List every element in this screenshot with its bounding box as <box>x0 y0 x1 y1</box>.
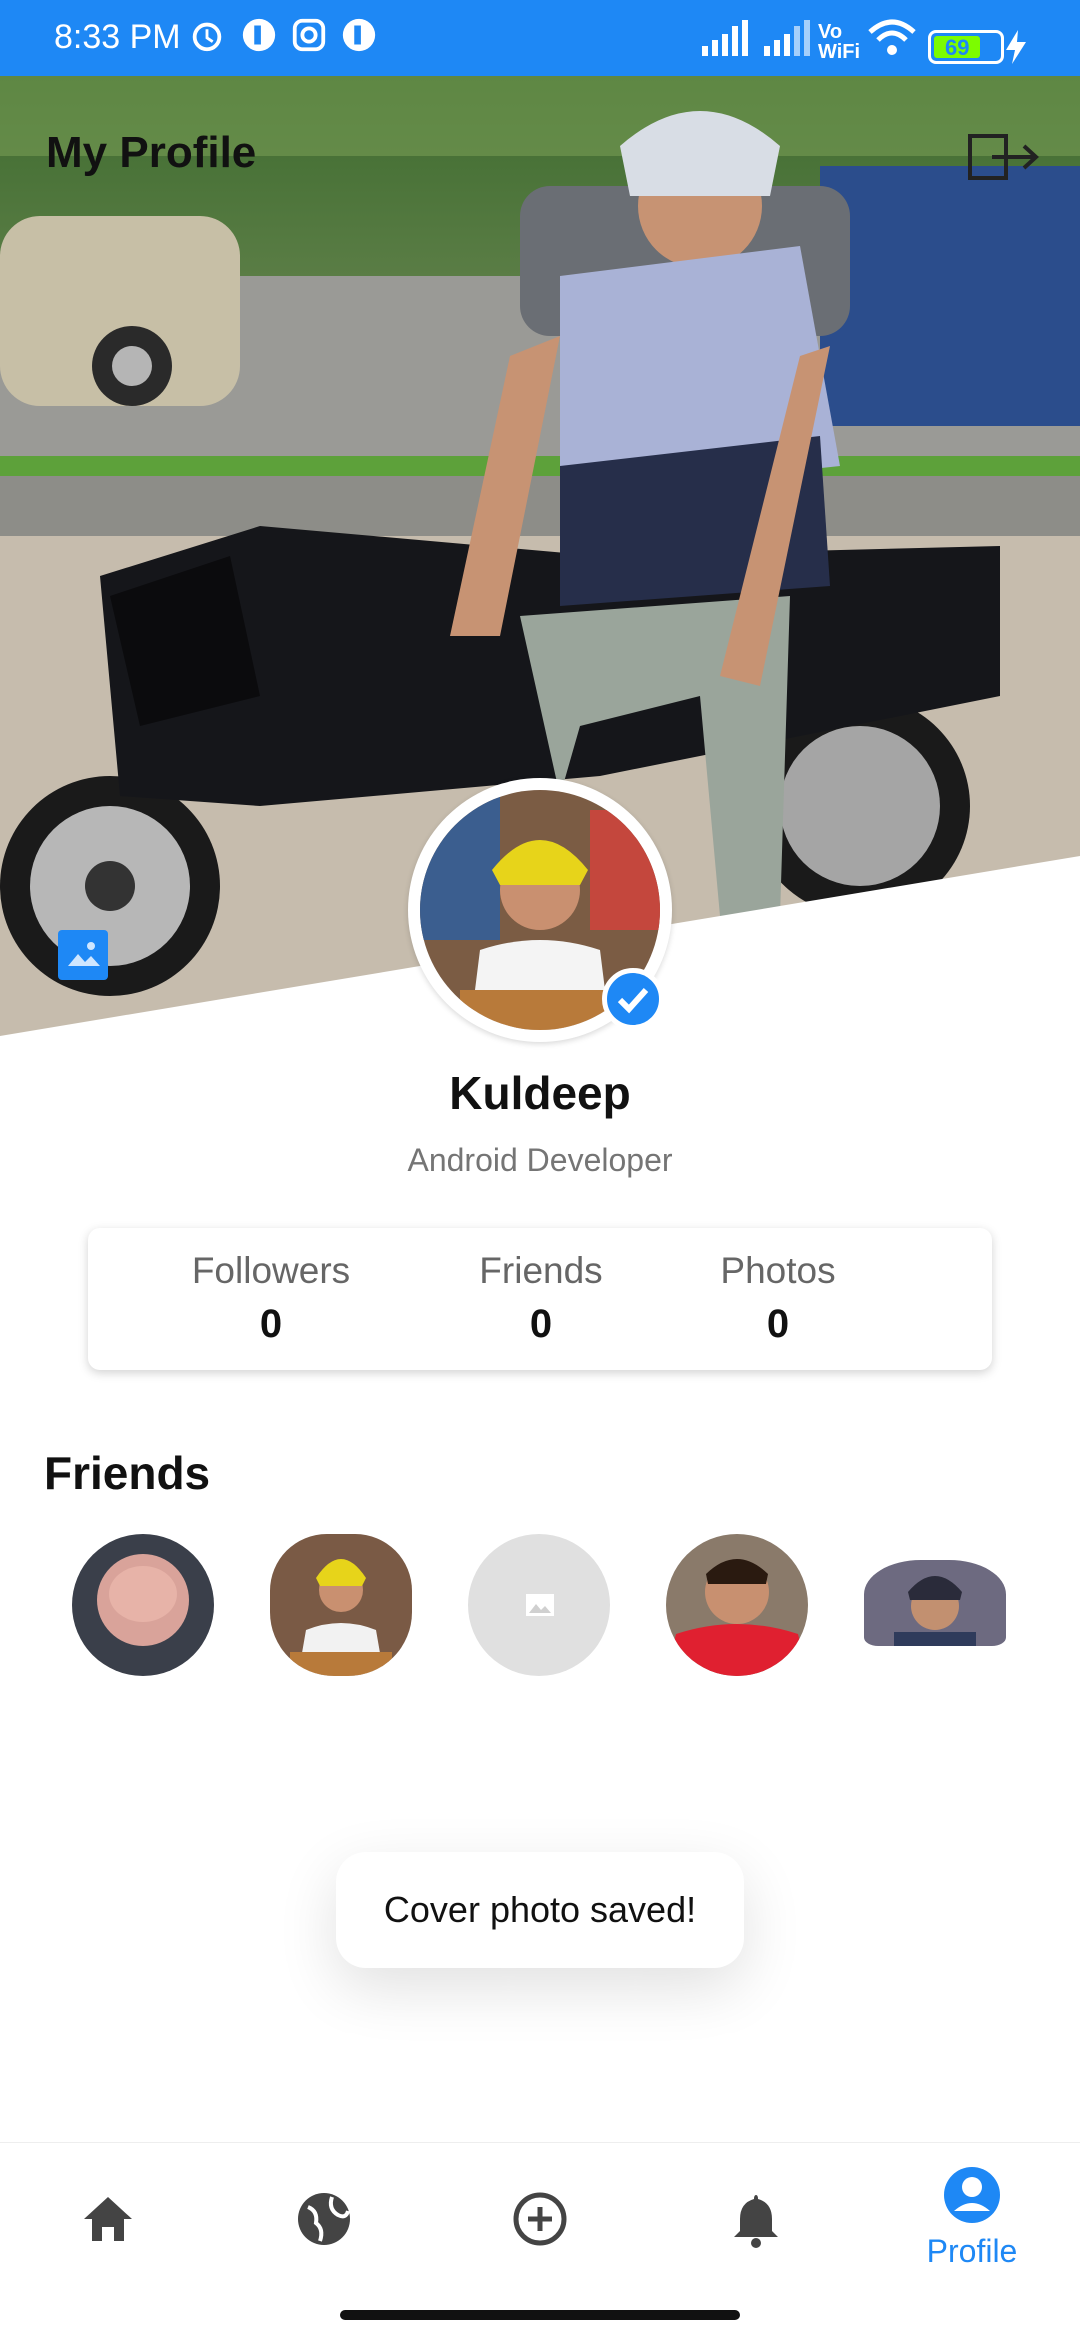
globe-icon <box>298 2193 350 2245</box>
wifi-icon <box>868 19 916 55</box>
stat-photos[interactable]: Photos 0 <box>658 1250 898 1347</box>
profile-icon <box>944 2167 1000 2223</box>
stat-value: 0 <box>766 1302 790 1346</box>
change-cover-button[interactable] <box>58 930 108 980</box>
friend-avatar-placeholder[interactable] <box>468 1534 610 1676</box>
stat-value: 0 <box>259 1302 283 1346</box>
bell-icon <box>734 2195 778 2248</box>
stat-label: Photos <box>720 1250 836 1291</box>
profile-name: Kuldeep <box>449 1067 631 1119</box>
app-icon <box>242 18 276 52</box>
image-placeholder-icon <box>526 1594 554 1616</box>
friends-heading: Friends <box>44 1447 211 1499</box>
status-time: 8:33 PM <box>54 18 181 56</box>
logout-icon[interactable] <box>968 132 1040 182</box>
nav-home[interactable] <box>0 2143 216 2303</box>
stat-followers[interactable]: Followers 0 <box>151 1250 391 1347</box>
stats-card: Followers 0 Friends 0 Photos 0 <box>88 1228 992 1370</box>
stat-friends[interactable]: Friends 0 <box>421 1250 661 1347</box>
stat-value: 0 <box>529 1302 553 1346</box>
image-icon <box>68 942 100 966</box>
friend-avatar-turban[interactable] <box>270 1534 412 1676</box>
instagram-icon <box>292 18 326 52</box>
verified-badge-icon <box>602 968 664 1030</box>
vowifi-icon: Vo WiFi <box>818 21 861 63</box>
nav-profile[interactable]: Profile <box>864 2143 1080 2303</box>
nav-profile-label: Profile <box>926 2233 1018 2269</box>
profile-role: Android Developer <box>407 1142 673 1178</box>
alarm-icon <box>192 22 222 52</box>
home-indicator[interactable] <box>340 2310 740 2320</box>
charging-icon <box>1006 30 1026 64</box>
nav-add[interactable] <box>432 2143 648 2303</box>
toast-message: Cover photo saved! <box>336 1852 744 1968</box>
page-title: My Profile <box>46 128 257 177</box>
status-bar: 8:33 PM Vo WiFi 69 <box>0 0 1080 76</box>
nav-explore[interactable] <box>216 2143 432 2303</box>
friend-avatar-red-hoodie[interactable] <box>666 1534 808 1676</box>
signal-icon-2 <box>764 20 810 56</box>
signal-icon <box>702 20 748 56</box>
friend-avatar-turban-selfie[interactable] <box>864 1560 1006 1646</box>
battery-icon: 69 <box>928 30 1004 64</box>
stat-label: Followers <box>191 1250 351 1291</box>
home-icon <box>84 2197 132 2241</box>
nav-notifications[interactable] <box>648 2143 864 2303</box>
battery-level: 69 <box>945 35 970 60</box>
friend-avatar-baby[interactable] <box>72 1534 214 1676</box>
app-icon-2 <box>342 18 376 52</box>
add-circle-icon <box>513 2192 567 2246</box>
stat-label: Friends <box>479 1250 603 1291</box>
